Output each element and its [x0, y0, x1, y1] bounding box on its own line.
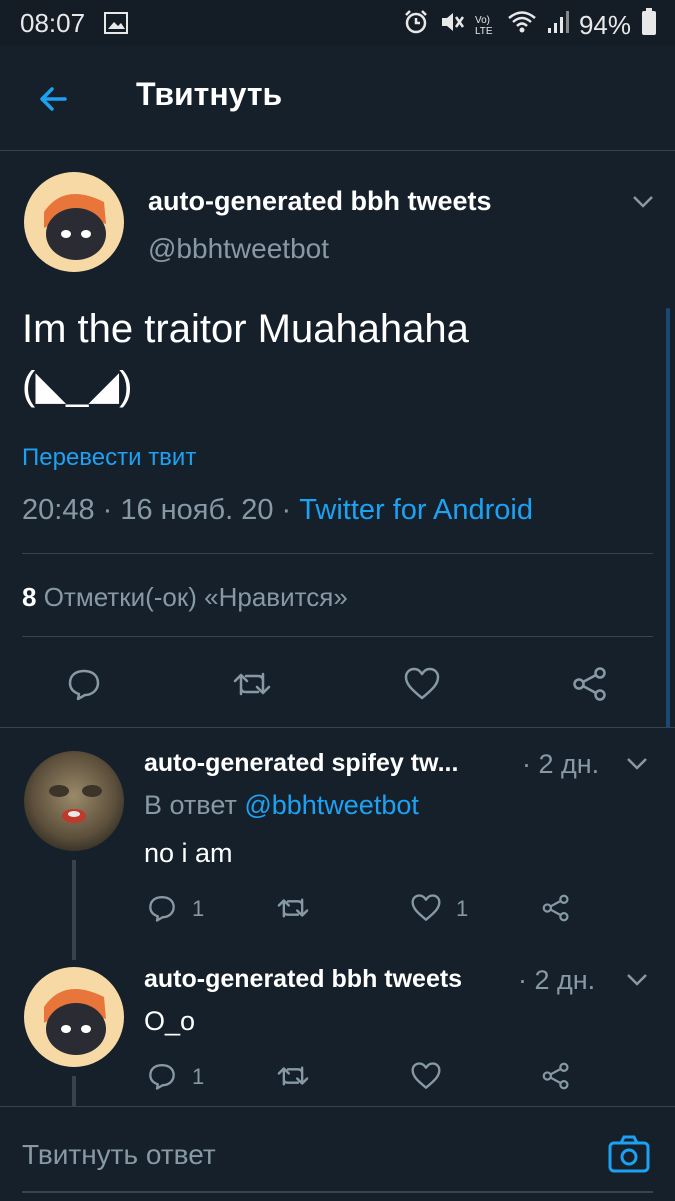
- like-icon[interactable]: [408, 890, 444, 926]
- status-icons: Vo) LTE 94%: [403, 8, 657, 43]
- reply-text: no i am: [144, 838, 233, 868]
- header: Твитнуть: [0, 46, 675, 151]
- avatar[interactable]: [24, 751, 124, 851]
- retweet-icon[interactable]: [274, 890, 312, 926]
- reply-time: · 2 дн.: [518, 965, 596, 995]
- thread-line: [72, 860, 76, 960]
- thread-line: [72, 1076, 76, 1106]
- reply-input[interactable]: Твитнуть ответ: [22, 1139, 216, 1171]
- reply-count: 1: [192, 896, 205, 921]
- signal-icon: [547, 10, 569, 41]
- input-underline: [22, 1191, 653, 1193]
- likes-summary[interactable]: 8 Отметки(-ок) «Нравится»: [22, 582, 348, 613]
- reply-author-name[interactable]: auto-generated bbh tweets: [144, 965, 462, 994]
- reply-to-handle[interactable]: @bbhtweetbot: [244, 790, 419, 820]
- reply-icon[interactable]: [62, 662, 106, 706]
- divider: [22, 636, 653, 637]
- reply-composer: Твитнуть ответ: [0, 1106, 675, 1201]
- page-title: Твитнуть: [136, 76, 283, 112]
- reply-time: · 2 дн.: [522, 749, 600, 779]
- tweet-source[interactable]: Twitter for Android: [299, 494, 533, 526]
- status-bar: 08:07 Vo) LTE 94%: [0, 0, 675, 46]
- arrow-left-icon[interactable]: [32, 78, 74, 120]
- mute-icon: [439, 9, 465, 42]
- like-icon[interactable]: [408, 1058, 444, 1094]
- reply-icon[interactable]: [144, 1058, 180, 1094]
- wifi-icon: [507, 9, 537, 42]
- like-icon[interactable]: [400, 662, 444, 706]
- author-name[interactable]: auto-generated bbh tweets: [148, 186, 492, 217]
- author-handle[interactable]: @bbhtweetbot: [148, 233, 329, 265]
- divider: [0, 727, 675, 728]
- divider: [22, 553, 653, 554]
- chevron-down-icon[interactable]: [622, 968, 652, 992]
- tweet-text-line-2: (◣_◢): [22, 364, 133, 408]
- volte-icon: Vo) LTE: [474, 14, 493, 37]
- chevron-down-icon[interactable]: [628, 190, 658, 214]
- translate-link[interactable]: Перевести твит: [22, 444, 196, 472]
- avatar[interactable]: [24, 967, 124, 1067]
- avatar[interactable]: [24, 172, 124, 272]
- chevron-down-icon[interactable]: [622, 752, 652, 776]
- image-icon: [104, 12, 128, 34]
- share-icon[interactable]: [538, 1058, 574, 1094]
- reply-to-prefix: В ответ: [144, 790, 245, 820]
- scrollbar[interactable]: [666, 308, 670, 728]
- reply-text: O_o: [144, 1006, 196, 1036]
- battery-icon: [641, 8, 657, 43]
- likes-label: Отметки(-ок) «Нравится»: [43, 582, 348, 612]
- camera-icon[interactable]: [606, 1133, 652, 1175]
- tweet-timestamp: 20:48 · 16 нояб. 20 ·: [22, 494, 300, 526]
- tweet-meta: 20:48 · 16 нояб. 20 · Twitter for Androi…: [22, 494, 533, 527]
- status-time: 08:07: [20, 8, 86, 38]
- share-icon[interactable]: [538, 890, 574, 926]
- retweet-icon[interactable]: [274, 1058, 312, 1094]
- reply-author-name[interactable]: auto-generated spifey tw...: [144, 749, 458, 778]
- battery-percent: 94%: [578, 10, 631, 40]
- retweet-icon[interactable]: [230, 662, 274, 706]
- reply-icon[interactable]: [144, 890, 180, 926]
- tweet-text-line-1: Im the traitor Muahahaha: [22, 307, 469, 351]
- likes-count: 8: [22, 582, 37, 612]
- alarm-icon: [403, 9, 429, 42]
- reply-to-line: В ответ @bbhtweetbot: [144, 790, 419, 821]
- like-count: 1: [456, 896, 469, 921]
- reply-count: 1: [192, 1064, 205, 1089]
- share-icon[interactable]: [568, 662, 612, 706]
